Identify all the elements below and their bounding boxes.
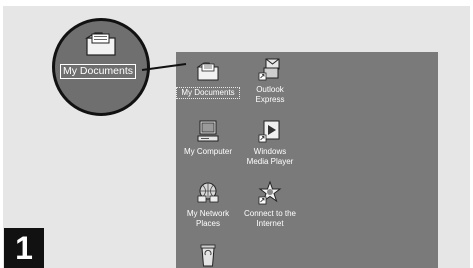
desktop: My Documents Outlook Express My Computer bbox=[176, 52, 438, 268]
network-icon bbox=[197, 182, 219, 203]
desktop-icon-my-network-places[interactable]: My Network Places bbox=[176, 180, 240, 229]
desktop-icon-outlook-express[interactable]: Outlook Express bbox=[238, 56, 302, 105]
desktop-icon-label: Connect to the Internet bbox=[243, 209, 297, 228]
folder-icon bbox=[196, 62, 219, 81]
desktop-icon-label: Windows Media Player bbox=[246, 147, 294, 166]
recycle-bin-icon bbox=[200, 244, 216, 267]
step-number: 1 bbox=[4, 228, 44, 268]
computer-icon bbox=[197, 120, 219, 142]
magnified-label: My Documents bbox=[60, 64, 137, 79]
desktop-icon-label: My Computer bbox=[183, 147, 232, 156]
desktop-icon-label: Outlook Express bbox=[255, 85, 285, 104]
media-player-icon bbox=[258, 120, 280, 143]
folder-icon bbox=[84, 32, 116, 56]
desktop-icon-windows-media-player[interactable]: Windows Media Player bbox=[238, 118, 302, 167]
desktop-icon-my-documents[interactable]: My Documents bbox=[176, 58, 240, 99]
connect-icon bbox=[258, 180, 282, 205]
desktop-icon-label: My Documents bbox=[176, 87, 240, 99]
outlook-icon bbox=[258, 58, 280, 81]
desktop-icon-label: My Network Places bbox=[186, 209, 230, 228]
desktop-icon-recycle-bin[interactable] bbox=[176, 242, 240, 268]
desktop-icon-my-computer[interactable]: My Computer bbox=[176, 118, 240, 157]
desktop-icon-connect-to-internet[interactable]: Connect to the Internet bbox=[238, 180, 302, 229]
